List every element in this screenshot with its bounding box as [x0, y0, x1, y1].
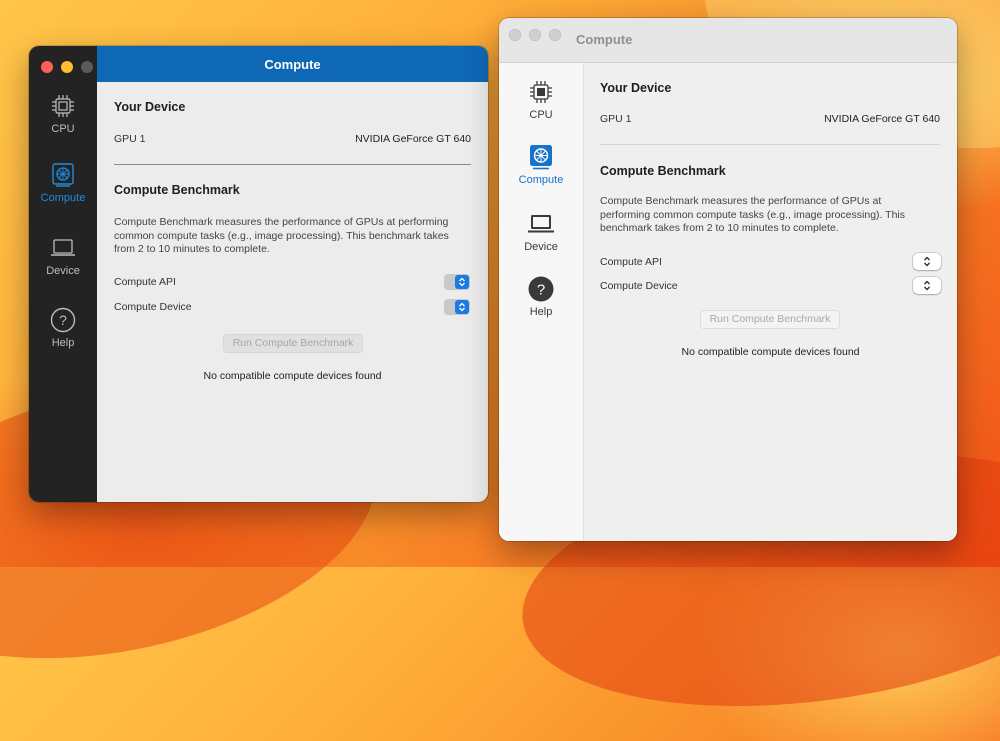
your-device-heading: Your Device — [600, 81, 672, 95]
sidebar: CPU Compute Device ? Help — [29, 46, 97, 502]
titlebar: Compute — [499, 18, 957, 63]
section-divider — [600, 144, 940, 145]
benchmark-description: Compute Benchmark measures the performan… — [600, 195, 906, 234]
question-circle-icon: ? — [50, 307, 76, 333]
chevron-up-down-icon — [924, 256, 930, 267]
minimize-button[interactable] — [61, 61, 73, 73]
compute-benchmark-heading: Compute Benchmark — [114, 183, 240, 197]
compute-api-label: Compute API — [114, 276, 176, 288]
compute-device-label: Compute Device — [114, 301, 192, 313]
question-circle-icon: ? — [528, 276, 554, 302]
run-compute-benchmark-button[interactable]: Run Compute Benchmark — [223, 334, 363, 353]
sidebar-item-compute[interactable]: Compute — [499, 144, 583, 186]
gpu-label: GPU 1 — [600, 113, 632, 125]
laptop-icon — [528, 215, 554, 233]
compute-api-select[interactable] — [913, 253, 941, 270]
gpu-label: GPU 1 — [114, 133, 146, 145]
sidebar-item-label: Help — [51, 337, 75, 349]
gpu-card-icon — [52, 163, 74, 187]
chevron-up-down-icon — [924, 280, 930, 291]
compute-device-select[interactable] — [913, 277, 941, 294]
close-button[interactable] — [509, 29, 521, 41]
sidebar-item-help[interactable]: ? Help — [499, 276, 583, 318]
sidebar-item-device[interactable]: Device — [499, 211, 583, 253]
status-message: No compatible compute devices found — [681, 346, 860, 358]
sidebar-item-cpu[interactable]: CPU — [29, 93, 97, 135]
sidebar-item-help[interactable]: ? Help — [29, 307, 97, 349]
cpu-chip-icon — [52, 95, 74, 117]
compute-device-select[interactable] — [444, 299, 470, 315]
gpu-value: NVIDIA GeForce GT 640 — [355, 133, 471, 145]
zoom-button[interactable] — [549, 29, 561, 41]
sidebar-item-label: Device — [46, 265, 80, 277]
compute-api-label: Compute API — [600, 256, 662, 268]
run-compute-benchmark-button[interactable]: Run Compute Benchmark — [700, 310, 840, 329]
sidebar-item-label: CPU — [51, 123, 75, 135]
sidebar-item-cpu[interactable]: CPU — [499, 79, 583, 121]
compute-api-select[interactable] — [444, 274, 470, 290]
gpu-value: NVIDIA GeForce GT 640 — [824, 113, 940, 125]
cpu-chip-icon — [530, 81, 552, 103]
light-compute-window: Compute CPU Compute Device ? Help Your D… — [499, 18, 957, 541]
sidebar-item-label: CPU — [529, 109, 553, 121]
minimize-button[interactable] — [529, 29, 541, 41]
dark-compute-window: CPU Compute Device ? Help Compute Your D… — [29, 46, 488, 502]
window-title: Compute — [576, 32, 633, 47]
compute-device-label: Compute Device — [600, 280, 678, 292]
chevron-up-down-icon — [455, 275, 469, 289]
sidebar-item-label: Device — [524, 241, 558, 253]
sidebar-item-label: Compute — [40, 192, 86, 204]
benchmark-description: Compute Benchmark measures the performan… — [114, 216, 449, 255]
svg-text:?: ? — [59, 312, 67, 328]
gpu-card-icon — [530, 145, 552, 170]
chevron-up-down-icon — [455, 300, 469, 314]
main-content: Your Device GPU 1 NVIDIA GeForce GT 640 … — [584, 63, 957, 541]
sidebar-item-label: Help — [529, 306, 553, 318]
close-button[interactable] — [41, 61, 53, 73]
sidebar-item-label: Compute — [518, 174, 564, 186]
window-title: Compute — [97, 46, 488, 82]
sidebar-item-device[interactable]: Device — [29, 235, 97, 277]
sidebar: CPU Compute Device ? Help — [499, 63, 584, 541]
section-divider — [114, 164, 471, 165]
your-device-heading: Your Device — [114, 100, 186, 114]
main-content: Your Device GPU 1 NVIDIA GeForce GT 640 … — [97, 82, 488, 502]
compute-benchmark-heading: Compute Benchmark — [600, 164, 726, 178]
laptop-icon — [51, 239, 75, 256]
window-controls — [41, 61, 93, 73]
window-controls — [509, 29, 561, 41]
svg-text:?: ? — [537, 282, 545, 299]
status-message: No compatible compute devices found — [203, 370, 382, 382]
zoom-button[interactable] — [81, 61, 93, 73]
sidebar-item-compute[interactable]: Compute — [29, 162, 97, 204]
